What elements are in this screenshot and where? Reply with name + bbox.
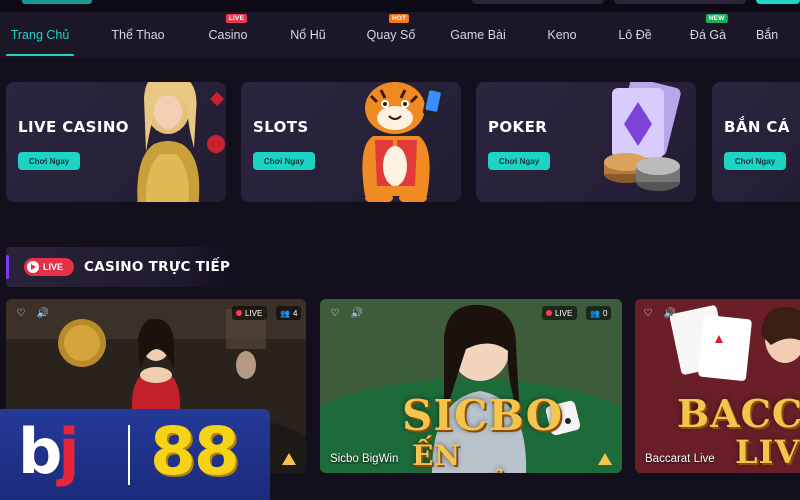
- brand-number: 88: [150, 413, 240, 490]
- play-now-button[interactable]: Chơi Ngay: [488, 152, 550, 170]
- live-label: LIVE: [555, 308, 573, 318]
- app-root: Trang Chủ Thể Thao LIVE Casino Nổ Hũ HOT…: [0, 0, 800, 500]
- table-name: Sicbo BigWin: [330, 453, 399, 465]
- viewer-count-value: 0: [602, 308, 608, 318]
- brand-b: b: [18, 415, 62, 488]
- play-now-button[interactable]: Chơi Ngay: [253, 152, 315, 170]
- live-badge: LIVE: [225, 14, 248, 23]
- hot-badge: HOT: [388, 14, 410, 23]
- live-badge-label: LIVE: [43, 262, 64, 272]
- category-card-live-casino[interactable]: LIVE CASINO Chơi Ngay: [6, 82, 226, 202]
- card-toolbar: ♡ 🔊 LIVE 👥 4: [6, 306, 306, 320]
- nav-label: Game Bài: [450, 28, 506, 42]
- casino-dealer-icon: [137, 82, 225, 202]
- play-icon: [27, 261, 39, 273]
- nav-item-cockfight[interactable]: NEW Đá Gà: [676, 12, 740, 58]
- brand-j: j: [58, 415, 79, 488]
- brand-mark: bj: [18, 421, 80, 483]
- nav-item-jackpot[interactable]: Nổ Hũ: [260, 12, 356, 58]
- nav-item-fishing[interactable]: Bắn: [740, 12, 800, 58]
- game-subtitle-art: ẾN THƯỞNG: [412, 439, 563, 473]
- live-indicator: LIVE: [232, 306, 268, 320]
- table-name: Baccarat Live: [645, 453, 715, 465]
- sound-icon[interactable]: 🔊: [350, 306, 364, 320]
- site-logo[interactable]: [22, 0, 92, 4]
- viewers-icon: 👥: [590, 308, 600, 318]
- nav-item-lottery[interactable]: HOT Quay Số: [356, 12, 426, 58]
- top-header-strip: [0, 0, 800, 12]
- nav-label: Lô Đề: [618, 28, 652, 42]
- nav-label: Keno: [547, 28, 577, 42]
- category-title: LIVE CASINO: [18, 118, 129, 136]
- viewer-count: 👥 0: [586, 306, 612, 320]
- card-toolbar: ♡ 🔊: [635, 306, 800, 320]
- nav-label: Thể Thao: [111, 28, 165, 42]
- category-card-slots[interactable]: SLOTS Chơi Ngay: [241, 82, 461, 202]
- tiger-mascot-icon: [362, 82, 444, 202]
- nav-item-keno[interactable]: Keno: [530, 12, 594, 58]
- brand-divider: [128, 425, 130, 485]
- bj88-logo: bj 88: [0, 409, 270, 500]
- nav-label: Trang Chủ: [10, 28, 70, 42]
- login-field[interactable]: [614, 0, 746, 4]
- section-title: CASINO TRỰC TIẾP: [84, 259, 231, 275]
- game-title-art: SICBO: [402, 391, 564, 440]
- nav-label: Bắn: [756, 28, 779, 42]
- category-title: BẮN CÁ: [724, 118, 790, 136]
- nav-item-sports[interactable]: Thể Thao: [80, 12, 196, 58]
- nav-item-card-games[interactable]: Game Bài: [426, 12, 530, 58]
- category-title: POKER: [488, 118, 548, 136]
- live-indicator: LIVE: [542, 306, 578, 320]
- section-accent-bar: [6, 255, 9, 279]
- search-input[interactable]: [472, 0, 604, 4]
- nav-item-lo-de[interactable]: Lô Đề: [594, 12, 676, 58]
- game-title-art: BACCA: [677, 391, 800, 436]
- nav-label: Casino: [208, 28, 248, 42]
- heart-icon[interactable]: ♡: [14, 306, 28, 320]
- section-header-live-casino: LIVE CASINO TRỰC TIẾP: [6, 247, 236, 287]
- category-title: SLOTS: [253, 118, 309, 136]
- login-button[interactable]: [756, 0, 800, 4]
- cards-chips-icon: [604, 82, 681, 191]
- heart-icon[interactable]: ♡: [641, 306, 655, 320]
- viewers-icon: 👥: [280, 308, 290, 318]
- card-toolbar: ♡ 🔊 LIVE 👥 0: [320, 306, 622, 320]
- nav-item-home[interactable]: Trang Chủ: [0, 12, 80, 58]
- nav-label: Đá Gà: [689, 28, 727, 42]
- live-table-card[interactable]: SICBO ẾN THƯỞNG ♡ 🔊 LIVE 👥0 Sicbo BigWin: [320, 299, 622, 473]
- sound-icon[interactable]: 🔊: [663, 306, 677, 320]
- category-card-poker[interactable]: POKER Chơi Ngay: [476, 82, 696, 202]
- live-label: LIVE: [245, 308, 263, 318]
- new-badge: NEW: [705, 14, 728, 23]
- sound-icon[interactable]: 🔊: [36, 306, 50, 320]
- category-card-fishing[interactable]: BẮN CÁ Chơi Ngay: [712, 82, 800, 202]
- play-now-button[interactable]: Chơi Ngay: [724, 152, 786, 170]
- play-arrow-icon[interactable]: [598, 453, 612, 465]
- main-nav: Trang Chủ Thể Thao LIVE Casino Nổ Hũ HOT…: [0, 12, 800, 58]
- game-subtitle-art: LIV: [735, 433, 800, 471]
- viewer-count: 👥 4: [276, 306, 302, 320]
- play-arrow-icon[interactable]: [282, 453, 296, 465]
- nav-label: Quay Số: [366, 28, 416, 42]
- live-table-card[interactable]: BACCA LIV ♡ 🔊 Baccarat Live: [635, 299, 800, 473]
- viewer-count-value: 4: [292, 308, 298, 318]
- play-now-button[interactable]: Chơi Ngay: [18, 152, 80, 170]
- nav-label: Nổ Hũ: [290, 28, 326, 42]
- heart-icon[interactable]: ♡: [328, 306, 342, 320]
- nav-item-casino[interactable]: LIVE Casino: [196, 12, 260, 58]
- live-play-badge: LIVE: [24, 258, 74, 276]
